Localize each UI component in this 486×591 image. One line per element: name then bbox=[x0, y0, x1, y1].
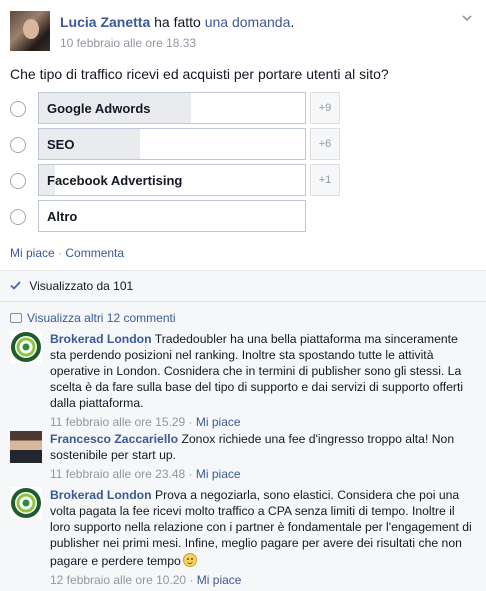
comment-body: Brokerad London Tradedoubler ha una bell… bbox=[50, 331, 476, 430]
view-more-comments-link[interactable]: Visualizza altri 12 commenti bbox=[10, 311, 176, 325]
divider bbox=[0, 301, 486, 302]
check-icon bbox=[10, 279, 24, 293]
commenter-name[interactable]: Francesco Zaccariello bbox=[50, 432, 178, 446]
poll-option-label: SEO bbox=[47, 137, 75, 152]
comment-like-link[interactable]: Mi piace bbox=[197, 573, 242, 587]
poll-post: Lucia Zanetta ha fatto una domanda. 10 f… bbox=[0, 0, 486, 270]
poll-option[interactable]: SEO +6 bbox=[10, 128, 340, 160]
poll-option[interactable]: Altro bbox=[10, 200, 340, 232]
author-avatar[interactable] bbox=[10, 11, 50, 51]
like-link[interactable]: Mi piace bbox=[10, 246, 55, 260]
author-name-link[interactable]: Lucia Zanetta bbox=[60, 14, 150, 30]
action-prefix: ha fatto bbox=[150, 14, 205, 30]
smiley-emoji-icon bbox=[182, 553, 197, 567]
comment-link[interactable]: Commenta bbox=[65, 246, 124, 260]
poll-option-box[interactable]: Facebook Advertising bbox=[38, 164, 306, 196]
action-suffix: . bbox=[290, 14, 295, 30]
vote-count[interactable]: +1 bbox=[310, 164, 340, 196]
seen-by[interactable]: Visualizzato da 101 bbox=[10, 279, 133, 293]
poll-option-box[interactable]: SEO bbox=[38, 128, 306, 160]
commenter-name[interactable]: Brokerad London bbox=[50, 488, 152, 502]
comment-like-link[interactable]: Mi piace bbox=[196, 467, 241, 481]
poll-option-label: Facebook Advertising bbox=[47, 173, 183, 188]
comment-bubble-icon bbox=[10, 313, 22, 323]
action-separator: · bbox=[54, 246, 66, 260]
comment-body: Francesco Zaccariello Zonox richiede una… bbox=[50, 431, 476, 482]
comment-time[interactable]: 11 febbraio alle ore 15.29 bbox=[50, 415, 185, 429]
meta-separator: · bbox=[186, 573, 197, 587]
comment-time[interactable]: 11 febbraio alle ore 23.48 bbox=[50, 467, 185, 481]
avatar[interactable] bbox=[10, 331, 42, 363]
commenter-name[interactable]: Brokerad London bbox=[50, 332, 152, 346]
brokerad-logo bbox=[11, 488, 41, 518]
francesco-photo bbox=[10, 431, 42, 463]
radio-button[interactable] bbox=[10, 101, 26, 117]
comment-meta: 11 febbraio alle ore 15.29 · Mi piace bbox=[50, 414, 476, 430]
seen-count-text: Visualizzato da 101 bbox=[29, 279, 134, 293]
brokerad-logo bbox=[11, 332, 41, 362]
comments-section: Visualizzato da 101 Visualizza altri 12 … bbox=[0, 270, 486, 591]
radio-button[interactable] bbox=[10, 173, 26, 189]
poll-question: Che tipo di traffico ricevi ed acquisti … bbox=[10, 66, 389, 82]
vote-count[interactable]: +9 bbox=[310, 92, 340, 124]
avatar[interactable] bbox=[10, 487, 42, 519]
comment-body: Brokerad London Prova a negoziarla, sono… bbox=[50, 487, 476, 588]
comment-time[interactable]: 12 febbraio alle ore 10.20 bbox=[50, 573, 186, 587]
vote-count[interactable]: +6 bbox=[310, 128, 340, 160]
comment-like-link[interactable]: Mi piace bbox=[196, 415, 241, 429]
meta-separator: · bbox=[185, 467, 196, 481]
poll-option-label: Altro bbox=[47, 209, 78, 224]
post-timestamp[interactable]: 10 febbraio alle ore 18.33 bbox=[60, 36, 196, 50]
poll-option[interactable]: Google Adwords +9 bbox=[10, 92, 340, 124]
question-link[interactable]: una domanda bbox=[205, 14, 291, 30]
poll-option-box[interactable]: Google Adwords bbox=[38, 92, 306, 124]
post-header: Lucia Zanetta ha fatto una domanda. bbox=[60, 14, 294, 30]
chevron-down-icon[interactable] bbox=[460, 12, 474, 26]
meta-separator: · bbox=[185, 415, 196, 429]
radio-button[interactable] bbox=[10, 209, 26, 225]
avatar-face bbox=[23, 19, 39, 39]
poll-option-box[interactable]: Altro bbox=[38, 200, 306, 232]
comment-meta: 11 febbraio alle ore 23.48 · Mi piace bbox=[50, 466, 476, 482]
view-more-comments-label: Visualizza altri 12 commenti bbox=[27, 311, 176, 325]
radio-button[interactable] bbox=[10, 137, 26, 153]
post-actions: Mi piace · Commenta bbox=[10, 246, 124, 260]
avatar[interactable] bbox=[10, 431, 42, 463]
poll-option[interactable]: Facebook Advertising +1 bbox=[10, 164, 340, 196]
poll-option-label: Google Adwords bbox=[47, 101, 151, 116]
comment-meta: 12 febbraio alle ore 10.20 · Mi piace bbox=[50, 572, 476, 588]
